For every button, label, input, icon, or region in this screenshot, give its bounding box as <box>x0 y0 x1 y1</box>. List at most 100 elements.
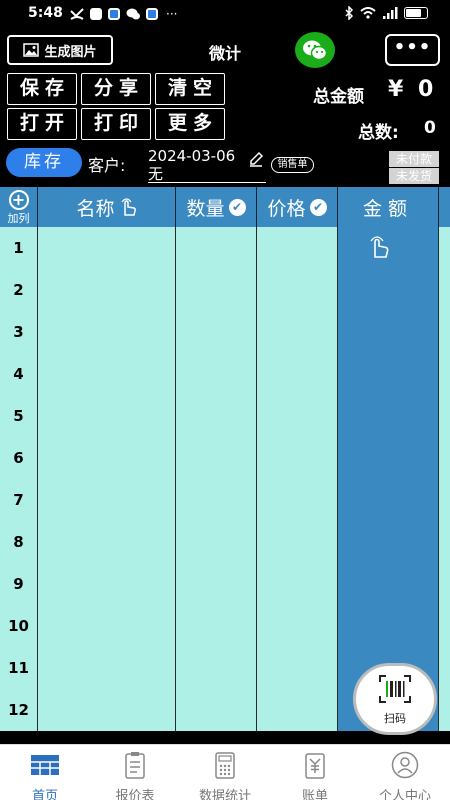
open-button[interactable]: 打开 <box>7 108 77 140</box>
row-number: 6 <box>0 437 38 479</box>
price-cell[interactable] <box>257 311 338 353</box>
menu-more-button[interactable]: ••• <box>385 34 440 66</box>
quantity-cell[interactable] <box>176 311 257 353</box>
price-cell[interactable] <box>257 647 338 689</box>
quantity-cell[interactable] <box>176 647 257 689</box>
quantity-cell[interactable] <box>176 395 257 437</box>
overflow-cell <box>439 311 450 353</box>
overflow-cell <box>439 521 450 563</box>
amount-cell[interactable] <box>338 521 439 563</box>
name-cell[interactable] <box>38 437 176 479</box>
price-cell[interactable] <box>257 395 338 437</box>
scan-label: 扫码 <box>384 712 406 725</box>
name-cell[interactable] <box>38 269 176 311</box>
clear-button[interactable]: 清空 <box>155 73 225 105</box>
amount-cell[interactable] <box>338 269 439 311</box>
quantity-cell[interactable] <box>176 437 257 479</box>
price-cell[interactable] <box>257 689 338 731</box>
tap-hand-icon <box>121 198 136 216</box>
table-row: 7 <box>0 479 450 521</box>
column-header-name-label: 名称 <box>76 197 115 220</box>
add-column-button[interactable]: + 加列 <box>0 187 38 227</box>
column-header-price[interactable]: 价格 ✔ <box>257 187 338 227</box>
tab-quote[interactable]: 报价表 <box>90 745 180 800</box>
overflow-cell <box>439 605 450 647</box>
amount-cell[interactable] <box>338 479 439 521</box>
quantity-cell[interactable] <box>176 563 257 605</box>
name-cell[interactable] <box>38 227 176 269</box>
total-amount-value: 0 <box>418 77 434 102</box>
total-count-label: 总数: <box>358 123 399 143</box>
generate-image-button[interactable]: 生成图片 <box>7 35 113 65</box>
amount-cell[interactable] <box>338 563 439 605</box>
plus-circle-icon: + <box>8 190 29 210</box>
name-cell[interactable] <box>38 647 176 689</box>
overflow-cell <box>439 353 450 395</box>
quantity-cell[interactable] <box>176 227 257 269</box>
amount-cell[interactable] <box>338 605 439 647</box>
image-icon <box>23 43 40 57</box>
amount-cell[interactable] <box>338 311 439 353</box>
currency-symbol: ¥ <box>388 77 404 102</box>
column-header-quantity[interactable]: 数量 ✔ <box>176 187 257 227</box>
wechat-button[interactable] <box>295 32 335 68</box>
overflow-cell <box>439 689 450 731</box>
table-row: 3 <box>0 311 450 353</box>
name-cell[interactable] <box>38 605 176 647</box>
system-icons <box>344 6 428 20</box>
name-cell[interactable] <box>38 689 176 731</box>
name-cell[interactable] <box>38 563 176 605</box>
quantity-cell[interactable] <box>176 353 257 395</box>
missed-call-icon <box>70 8 84 20</box>
tab-home[interactable]: 首页 <box>0 745 90 800</box>
check-circle-icon: ✔ <box>309 198 327 216</box>
table-row: 4 <box>0 353 450 395</box>
price-cell[interactable] <box>257 563 338 605</box>
name-cell[interactable] <box>38 353 176 395</box>
amount-cell[interactable] <box>338 395 439 437</box>
row-number: 2 <box>0 269 38 311</box>
table-row: 8 <box>0 521 450 563</box>
overflow-cell <box>439 269 450 311</box>
customer-name[interactable]: 无 <box>148 163 163 184</box>
more-button[interactable]: 更多 <box>155 108 225 140</box>
table-row: 9 <box>0 563 450 605</box>
order-type-badge[interactable]: 销售单 <box>271 157 314 173</box>
price-cell[interactable] <box>257 605 338 647</box>
share-button[interactable]: 分享 <box>81 73 151 105</box>
price-cell[interactable] <box>257 353 338 395</box>
inventory-button[interactable]: 库存 <box>6 148 82 177</box>
edit-icon[interactable] <box>248 151 264 167</box>
quantity-cell[interactable] <box>176 521 257 563</box>
tab-home-label: 首页 <box>31 789 58 800</box>
price-cell[interactable] <box>257 479 338 521</box>
save-button[interactable]: 保存 <box>7 73 77 105</box>
tab-statistics-label: 数据统计 <box>198 789 251 800</box>
tab-bill[interactable]: 账单 <box>270 745 360 800</box>
payment-status-badge[interactable]: 未付款 <box>389 151 439 167</box>
name-cell[interactable] <box>38 521 176 563</box>
price-cell[interactable] <box>257 269 338 311</box>
wechat-icon <box>303 40 328 61</box>
quantity-cell[interactable] <box>176 689 257 731</box>
print-button[interactable]: 打印 <box>81 108 151 140</box>
quantity-cell[interactable] <box>176 605 257 647</box>
amount-cell[interactable] <box>338 353 439 395</box>
name-cell[interactable] <box>38 395 176 437</box>
price-cell[interactable] <box>257 227 338 269</box>
price-cell[interactable] <box>257 437 338 479</box>
shipping-status-badge[interactable]: 未发货 <box>389 168 439 184</box>
quantity-cell[interactable] <box>176 479 257 521</box>
quantity-cell[interactable] <box>176 269 257 311</box>
tab-profile[interactable]: 个人中心 <box>360 745 450 800</box>
tab-quote-label: 报价表 <box>115 789 155 800</box>
amount-cell[interactable] <box>338 437 439 479</box>
column-header-amount[interactable]: 金额 <box>338 187 439 227</box>
column-header-name[interactable]: 名称 <box>38 187 176 227</box>
tab-statistics[interactable]: 数据统计 <box>180 745 270 800</box>
scan-button[interactable]: 扫码 <box>353 663 437 735</box>
name-cell[interactable] <box>38 479 176 521</box>
name-cell[interactable] <box>38 311 176 353</box>
price-cell[interactable] <box>257 521 338 563</box>
chat-icon <box>126 8 140 20</box>
